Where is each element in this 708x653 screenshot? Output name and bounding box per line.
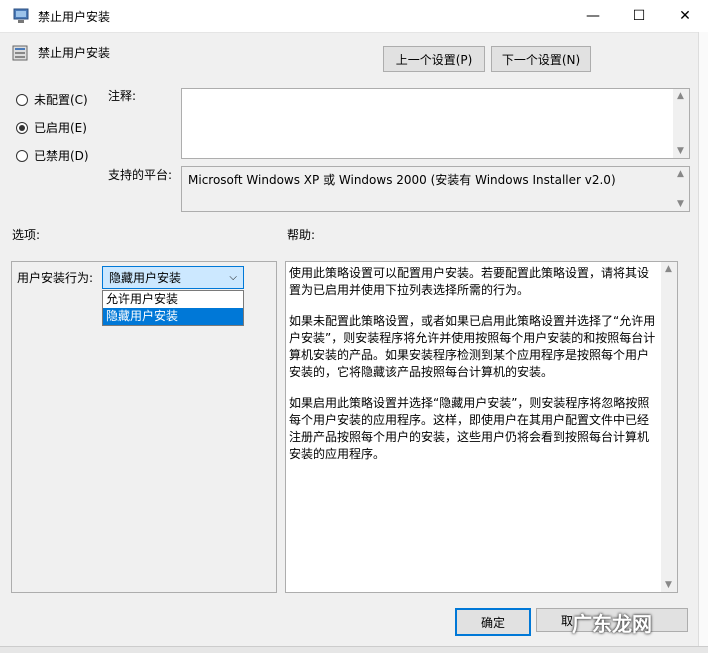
radio-circle: [16, 93, 28, 106]
window-title: 禁止用户安装: [38, 10, 111, 24]
policy-name: 禁止用户安装: [38, 46, 111, 60]
minimize-icon: —: [586, 8, 600, 24]
next-setting-button[interactable]: 下一个设置(N): [491, 46, 591, 72]
radio-enabled[interactable]: 已启用(E): [16, 119, 87, 136]
scroll-up-icon[interactable]: ▲: [677, 169, 684, 179]
help-paragraph: 如果启用此策略设置并选择“隐藏用户安装”，则安装程序将忽略按照每个用户安装的应用…: [289, 396, 650, 461]
scroll-up-icon[interactable]: ▲: [677, 91, 684, 101]
radio-not-configured[interactable]: 未配置(C): [16, 91, 88, 108]
scroll-down-icon[interactable]: ▼: [665, 580, 672, 590]
supported-box: Microsoft Windows XP 或 Windows 2000 (安装有…: [181, 166, 690, 212]
radio-label: 已禁用(D): [34, 149, 89, 163]
radio-label: 未配置(C): [34, 93, 88, 107]
app-icon: [12, 8, 30, 24]
maximize-icon: ☐: [632, 8, 646, 24]
comment-value: [182, 89, 689, 97]
dropdown-option-hide[interactable]: 隐藏用户安装: [103, 308, 243, 325]
watermark: 广东龙网: [572, 612, 652, 636]
dropdown-option-allow[interactable]: 允许用户安装: [103, 291, 243, 308]
comment-label: 注释:: [108, 89, 137, 103]
behavior-dropdown[interactable]: 隐藏用户安装 ⌵: [102, 266, 244, 289]
supported-value: Microsoft Windows XP 或 Windows 2000 (安装有…: [188, 173, 616, 187]
comment-scrollbar[interactable]: ▲ ▼: [673, 89, 689, 158]
scroll-up-icon[interactable]: ▲: [665, 264, 672, 274]
help-paragraph: 如果未配置此策略设置，或者如果已启用此策略设置并选择了“允许用户安装”，则安装程…: [289, 314, 656, 379]
help-scrollbar[interactable]: ▲ ▼: [661, 262, 677, 592]
radio-circle: [16, 149, 28, 162]
policy-icon: [12, 45, 28, 61]
scroll-down-icon[interactable]: ▼: [677, 199, 684, 209]
supported-scrollbar[interactable]: ▲ ▼: [673, 167, 689, 211]
close-icon: ✕: [679, 8, 691, 24]
help-panel: 使用此策略设置可以配置用户安装。若要配置此策略设置，请将其设置为已启用并使用下拉…: [285, 261, 678, 593]
radio-disabled[interactable]: 已禁用(D): [16, 147, 89, 164]
options-label: 选项:: [12, 228, 41, 242]
comment-textarea[interactable]: ▲ ▼: [181, 88, 690, 159]
scroll-down-icon[interactable]: ▼: [677, 146, 684, 156]
radio-circle-checked: [16, 121, 28, 134]
dropdown-list: 允许用户安装 隐藏用户安装: [102, 290, 244, 326]
prev-setting-button[interactable]: 上一个设置(P): [383, 46, 485, 72]
help-label: 帮助:: [287, 228, 316, 242]
behavior-label: 用户安装行为:: [17, 271, 94, 285]
ok-button[interactable]: 确定: [455, 608, 531, 636]
supported-label: 支持的平台:: [108, 168, 173, 182]
close-button[interactable]: ✕: [662, 0, 708, 32]
help-paragraph: 使用此策略设置可以配置用户安装。若要配置此策略设置，请将其设置为已启用并使用下拉…: [289, 266, 650, 297]
dropdown-value: 隐藏用户安装: [109, 271, 182, 285]
radio-label: 已启用(E): [34, 121, 87, 135]
minimize-button[interactable]: —: [570, 0, 616, 32]
chevron-down-icon: ⌵: [229, 272, 237, 283]
maximize-button[interactable]: ☐: [616, 0, 662, 32]
background-window-edge: [698, 32, 708, 652]
